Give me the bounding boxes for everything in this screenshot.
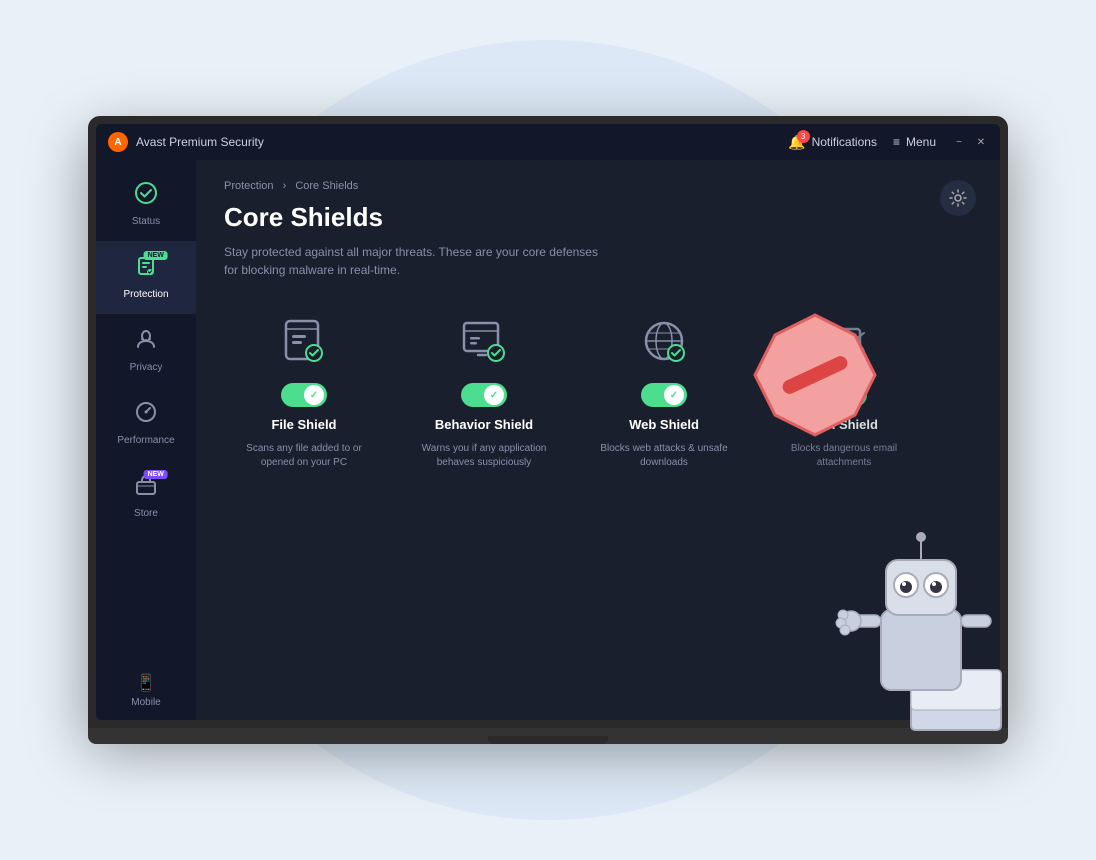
breadcrumb-parent[interactable]: Protection	[224, 180, 274, 192]
toggle-check-icon: ✓	[490, 390, 498, 401]
behavior-shield-desc: Warns you if any application behaves sus…	[414, 442, 554, 470]
shield-card-web: ✓ Web Shield Blocks web attacks & unsafe…	[584, 309, 744, 470]
close-button[interactable]: ✕	[974, 135, 988, 149]
web-shield-name: Web Shield	[629, 417, 699, 432]
sidebar-item-mobile[interactable]: 📱 Mobile	[96, 673, 196, 708]
toggle-knob: ✓	[304, 385, 324, 405]
sidebar-protection-label: Protection	[123, 289, 168, 300]
breadcrumb-current: Core Shields	[295, 180, 358, 192]
performance-icon	[135, 401, 157, 429]
file-shield-icon	[272, 309, 336, 373]
title-bar-left: A Avast Premium Security	[108, 132, 264, 152]
sidebar-privacy-label: Privacy	[130, 362, 163, 373]
sidebar-item-privacy[interactable]: Privacy	[96, 314, 196, 387]
menu-button[interactable]: ≡ Menu	[893, 135, 936, 149]
menu-icon: ≡	[893, 135, 900, 149]
sidebar-item-status[interactable]: Status	[96, 168, 196, 241]
sidebar-performance-label: Performance	[117, 435, 174, 446]
sidebar-item-store[interactable]: NEW Store	[96, 460, 196, 533]
laptop-base	[88, 728, 1008, 744]
web-shield-icon	[632, 309, 696, 373]
laptop-notch	[488, 736, 608, 744]
title-bar: A Avast Premium Security 🔔 3 Notificatio…	[96, 124, 1000, 160]
sidebar-item-performance[interactable]: Performance	[96, 387, 196, 460]
toggle-knob: ✓	[664, 385, 684, 405]
sidebar-item-protection[interactable]: NEW Protection	[96, 241, 196, 314]
toggle-check-icon: ✓	[670, 390, 678, 401]
avast-logo-icon: A	[108, 132, 128, 152]
sidebar-bottom: 📱 Mobile	[96, 661, 196, 720]
new-badge-store: NEW	[144, 470, 168, 479]
notification-badge: 3	[797, 130, 810, 143]
minimize-button[interactable]: −	[952, 135, 966, 149]
laptop-screen: A Avast Premium Security 🔔 3 Notificatio…	[96, 124, 1000, 720]
file-shield-name: File Shield	[271, 417, 336, 432]
status-icon	[135, 182, 157, 210]
sidebar: Status NEW	[96, 160, 196, 720]
app-title: Avast Premium Security	[136, 135, 264, 149]
file-shield-desc: Scans any file added to or opened on you…	[234, 442, 374, 470]
sidebar-status-label: Status	[132, 216, 160, 227]
shield-card-behavior: ✓ Behavior Shield Warns you if any appli…	[404, 309, 564, 470]
title-bar-right: 🔔 3 Notifications ≡ Menu − ✕	[788, 134, 988, 151]
bell-icon: 🔔 3	[788, 134, 805, 151]
breadcrumb-separator: ›	[283, 180, 287, 192]
toggle-knob: ✓	[484, 385, 504, 405]
notifications-button[interactable]: 🔔 3 Notifications	[788, 134, 877, 151]
mail-shield-desc: Blocks dangerous email attachments	[774, 442, 914, 470]
breadcrumb: Protection › Core Shields	[224, 180, 972, 192]
main-content: Protection › Core Shields Core Shields S…	[196, 160, 1000, 720]
stop-sign-decoration	[750, 310, 880, 445]
privacy-icon	[135, 328, 157, 356]
laptop-frame: A Avast Premium Security 🔔 3 Notificatio…	[88, 116, 1008, 728]
menu-label: Menu	[906, 135, 936, 149]
web-shield-desc: Blocks web attacks & unsafe downloads	[594, 442, 734, 470]
behavior-shield-toggle[interactable]: ✓	[461, 383, 507, 407]
behavior-shield-name: Behavior Shield	[435, 417, 533, 432]
laptop-wrapper: A Avast Premium Security 🔔 3 Notificatio…	[88, 116, 1008, 744]
mobile-icon: 📱	[136, 673, 156, 693]
toggle-check-icon: ✓	[310, 390, 318, 401]
sidebar-store-label: Store	[134, 508, 158, 519]
shield-card-file: ✓ File Shield Scans any file added to or…	[224, 309, 384, 470]
behavior-shield-icon	[452, 309, 516, 373]
page-description: Stay protected against all major threats…	[224, 243, 604, 279]
web-shield-toggle[interactable]: ✓	[641, 383, 687, 407]
sidebar-mobile-label: Mobile	[131, 697, 160, 708]
app-body: Status NEW	[96, 160, 1000, 720]
new-badge-protection: NEW	[144, 251, 168, 260]
page-title: Core Shields	[224, 202, 972, 233]
file-shield-toggle[interactable]: ✓	[281, 383, 327, 407]
notifications-label: Notifications	[812, 135, 877, 149]
settings-button[interactable]	[940, 180, 976, 216]
window-controls: − ✕	[952, 135, 988, 149]
